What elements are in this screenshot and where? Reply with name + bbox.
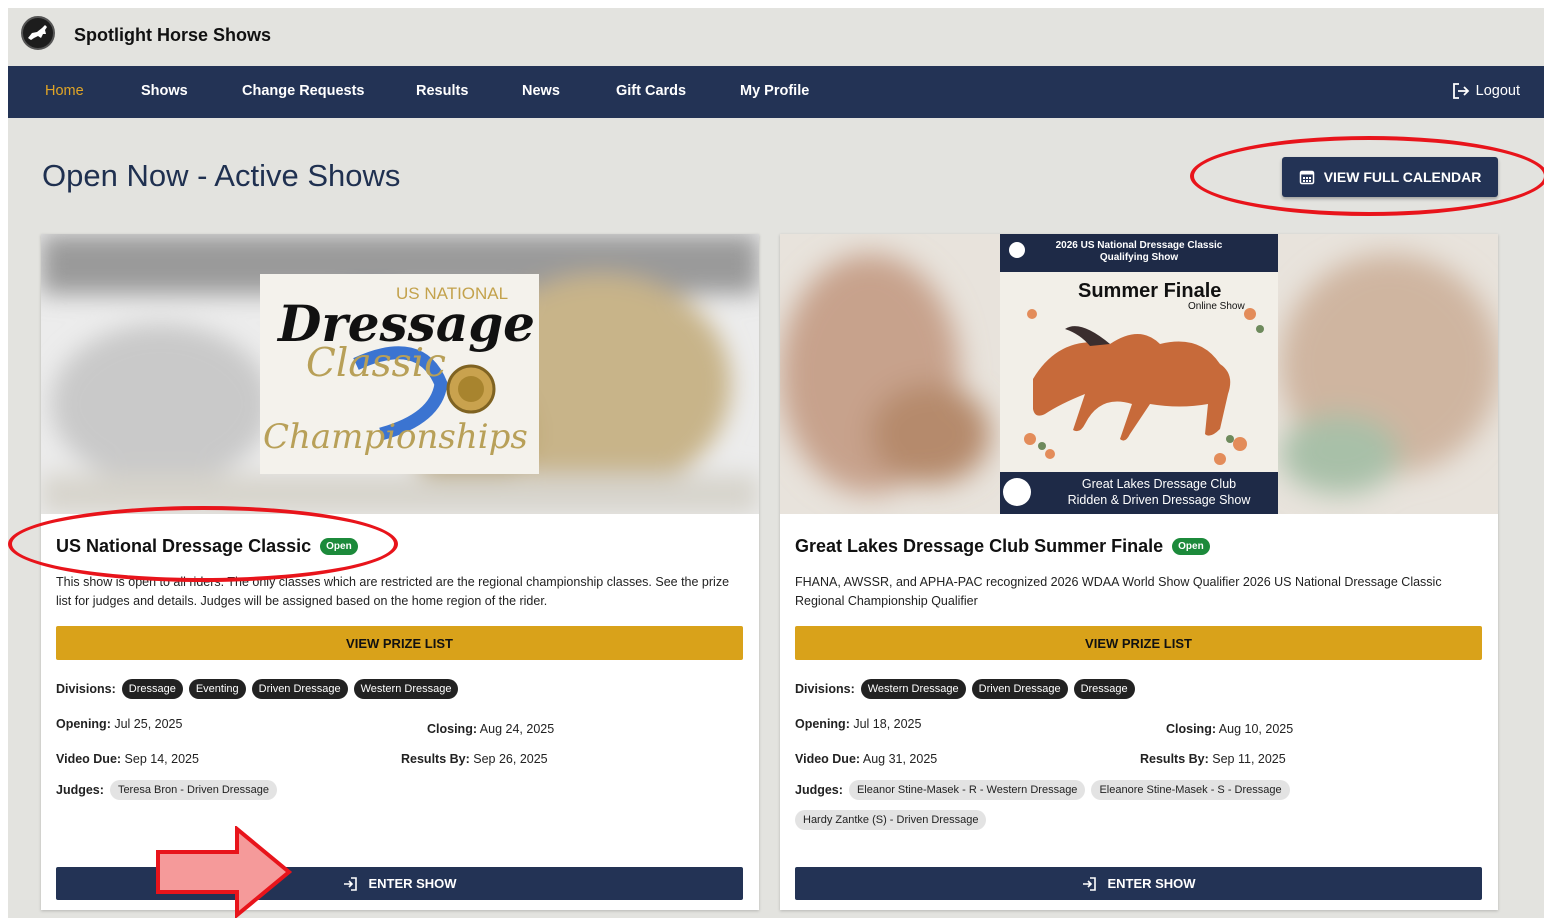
opening-date: Opening: Jul 25, 2025: [56, 717, 182, 731]
judge-chip: Teresa Bron - Driven Dressage: [109, 780, 277, 800]
show-title[interactable]: Great Lakes Dressage Club Summer Finale …: [795, 536, 1210, 557]
nav-item-home[interactable]: Home: [45, 83, 84, 99]
closing-value: Aug 10, 2025: [1218, 722, 1294, 736]
judges-label: Judges:: [795, 783, 843, 797]
enter-icon: [1083, 876, 1097, 891]
closing-label: Closing:: [1166, 722, 1216, 736]
show-title-text: US National Dressage Classic: [56, 536, 312, 556]
judges-row: Judges: Teresa Bron - Driven Dressage: [56, 780, 277, 800]
main-nav: Home Shows Change Requests Results News …: [8, 66, 1544, 118]
results-by-date: Results By: Sep 26, 2025: [401, 752, 548, 766]
view-full-calendar-label: VIEW FULL CALENDAR: [1323, 169, 1482, 185]
enter-show-label: ENTER SHOW: [368, 876, 457, 891]
judges-row: Judges: Eleanor Stine-Masek - R - Wester…: [795, 780, 1290, 800]
closing-date: Closing: Aug 10, 2025: [1166, 722, 1293, 736]
closing-label: Closing:: [427, 722, 477, 736]
division-chip[interactable]: Eventing: [188, 679, 246, 699]
horse-logo-icon[interactable]: [21, 16, 55, 50]
opening-label: Opening:: [795, 717, 850, 731]
show-title[interactable]: US National Dressage Classic Open: [56, 536, 358, 557]
judge-chip: Hardy Zantke (S) - Driven Dressage: [795, 810, 987, 830]
nav-item-news[interactable]: News: [522, 83, 560, 99]
results-by-date: Results By: Sep 11, 2025: [1140, 752, 1286, 766]
view-prize-list-button[interactable]: VIEW PRIZE LIST: [56, 626, 743, 660]
banner-bottom-line2: Ridden & Driven Dressage Show: [1067, 493, 1251, 507]
division-chip[interactable]: Dressage: [121, 679, 183, 699]
results-by-value: Sep 26, 2025: [473, 752, 548, 766]
show-description: This show is open to all riders. The onl…: [56, 575, 730, 608]
logout-button[interactable]: Logout: [1452, 82, 1520, 100]
nav-item-shows[interactable]: Shows: [141, 83, 188, 99]
results-by-label: Results By:: [1140, 752, 1209, 766]
enter-show-button[interactable]: ENTER SHOW: [56, 867, 743, 900]
judge-chip: Eleanor Stine-Masek - R - Western Dressa…: [848, 780, 1086, 800]
show-card-great-lakes: 2026 US National Dressage Classic Qualif…: [780, 234, 1498, 910]
judge-chip: Eleanore Stine-Masek - S - Dressage: [1091, 780, 1290, 800]
banner-subtitle: Online Show: [1188, 301, 1245, 312]
video-due-value: Aug 31, 2025: [862, 752, 938, 766]
enter-show-button[interactable]: ENTER SHOW: [795, 867, 1482, 900]
enter-icon: [344, 876, 358, 891]
nav-item-gift-cards[interactable]: Gift Cards: [616, 83, 686, 99]
divisions-label: Divisions:: [795, 682, 855, 696]
video-due-date: Video Due: Aug 31, 2025: [795, 752, 937, 766]
status-badge: Open: [320, 538, 358, 555]
nav-item-change-requests[interactable]: Change Requests: [242, 83, 364, 99]
division-chip[interactable]: Dressage: [1073, 679, 1135, 699]
status-badge: Open: [1172, 538, 1210, 555]
banner-top-text: 2026 US National Dressage Classic Qualif…: [1000, 240, 1278, 264]
opening-value: Jul 25, 2025: [114, 717, 183, 731]
banner-bottom-line1: Great Lakes Dressage Club: [1081, 477, 1237, 491]
show-title-text: Great Lakes Dressage Club Summer Finale: [795, 536, 1164, 556]
show-card-us-national: US NATIONAL Dressage Classic Championshi…: [41, 234, 759, 910]
top-bar: Spotlight Horse Shows: [8, 8, 1544, 66]
page: Spotlight Horse Shows Home Shows Change …: [8, 8, 1544, 918]
opening-label: Opening:: [56, 717, 111, 731]
judges-row-continued: Hardy Zantke (S) - Driven Dressage: [795, 810, 987, 830]
division-chip[interactable]: Western Dressage: [353, 679, 459, 699]
division-chip[interactable]: Western Dressage: [860, 679, 966, 699]
enter-show-label: ENTER SHOW: [1107, 876, 1196, 891]
video-due-label: Video Due:: [56, 752, 122, 766]
video-due-date: Video Due: Sep 14, 2025: [56, 752, 199, 766]
divisions-row: Divisions: Dressage Eventing Driven Dres…: [56, 679, 459, 699]
banner-top-line2: Qualifying Show: [1099, 252, 1179, 263]
video-due-label: Video Due:: [795, 752, 861, 766]
logout-label: Logout: [1475, 83, 1520, 99]
results-by-value: Sep 11, 2025: [1212, 752, 1286, 766]
show-banner-image[interactable]: 2026 US National Dressage Classic Qualif…: [780, 234, 1498, 514]
opening-value: Jul 18, 2025: [853, 717, 922, 731]
view-prize-list-button[interactable]: VIEW PRIZE LIST: [795, 626, 1482, 660]
banner-line-championships: Championships: [263, 417, 528, 457]
opening-date: Opening: Jul 18, 2025: [795, 717, 921, 731]
logout-icon: [1452, 83, 1469, 99]
app-title[interactable]: Spotlight Horse Shows: [74, 25, 271, 46]
division-chip[interactable]: Driven Dressage: [971, 679, 1068, 699]
closing-date: Closing: Aug 24, 2025: [427, 722, 554, 736]
video-due-value: Sep 14, 2025: [124, 752, 199, 766]
view-full-calendar-button[interactable]: VIEW FULL CALENDAR: [1282, 157, 1498, 197]
nav-item-results[interactable]: Results: [416, 83, 468, 99]
page-title: Open Now - Active Shows: [42, 158, 401, 193]
judges-label: Judges:: [56, 783, 104, 797]
divisions-label: Divisions:: [56, 682, 116, 696]
calendar-icon: [1299, 170, 1314, 185]
results-by-label: Results By:: [401, 752, 470, 766]
banner-line-classic: Classic: [306, 341, 446, 386]
show-banner-image[interactable]: US NATIONAL Dressage Classic Championshi…: [41, 234, 759, 514]
banner-headline: Summer Finale: [1078, 280, 1222, 302]
nav-item-my-profile[interactable]: My Profile: [740, 83, 809, 99]
banner-bottom-text: Great Lakes Dressage Club Ridden & Drive…: [1040, 476, 1278, 508]
closing-value: Aug 24, 2025: [479, 722, 555, 736]
division-chip[interactable]: Driven Dressage: [251, 679, 348, 699]
banner-top-line1: 2026 US National Dressage Classic: [1055, 240, 1223, 251]
divisions-row: Divisions: Western Dressage Driven Dress…: [795, 679, 1135, 699]
show-description: FHANA, AWSSR, and APHA-PAC recognized 20…: [795, 575, 1442, 608]
